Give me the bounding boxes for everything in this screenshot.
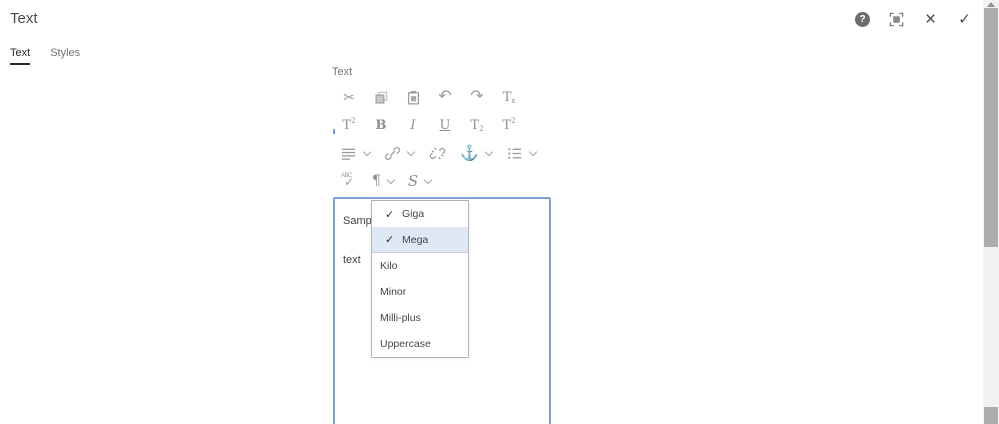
paragraph-format-dropdown: ✓ Giga ✓ Mega Kilo Minor Milli-plus Uppe…	[371, 200, 469, 358]
unlink-icon	[429, 147, 445, 159]
fullscreen-button[interactable]	[888, 11, 905, 28]
tab-text[interactable]: Text	[10, 37, 31, 65]
spellcheck-icon: ABC ✓	[341, 173, 355, 189]
bold-button[interactable]: B	[372, 115, 390, 135]
text-line: text	[343, 254, 361, 266]
toolbar-row-4: ABC ✓ ¶ S	[340, 171, 433, 191]
cut-button[interactable]: ✂	[340, 87, 358, 107]
dropdown-item-minor[interactable]: Minor	[372, 279, 468, 305]
copy-icon	[374, 91, 387, 104]
paste-button[interactable]	[404, 87, 422, 107]
unlink-button[interactable]	[428, 143, 446, 163]
link-button[interactable]	[384, 143, 416, 163]
dropdown-item-label: Minor	[380, 286, 407, 298]
dropdown-item-mega[interactable]: ✓ Mega	[372, 227, 468, 253]
underline-icon: U	[439, 117, 451, 133]
align-button[interactable]	[340, 143, 372, 163]
chevron-down-icon	[484, 147, 493, 156]
copy-button[interactable]	[372, 87, 390, 107]
format-icon: T2	[342, 116, 356, 133]
list-icon	[508, 147, 521, 159]
superscript-button[interactable]: T2	[500, 115, 518, 135]
scroll-up-arrow-icon[interactable]	[987, 2, 995, 7]
header-actions: ? × ✓	[854, 9, 973, 30]
check-icon: ✓	[385, 234, 395, 246]
dropdown-item-giga[interactable]: ✓ Giga	[372, 201, 468, 227]
help-icon: ?	[855, 12, 870, 27]
superscript-icon: T2	[502, 116, 516, 133]
underline-button[interactable]: U	[436, 115, 454, 135]
dropdown-item-label: Kilo	[380, 260, 398, 272]
text-caret	[333, 129, 335, 134]
list-button[interactable]	[506, 143, 537, 163]
paragraph-format-button[interactable]: ¶	[372, 171, 396, 191]
dropdown-item-kilo[interactable]: Kilo	[372, 253, 468, 279]
scrollbar-thumb[interactable]	[984, 8, 998, 247]
tab-bar: Text Styles	[0, 37, 983, 66]
dropdown-item-label: Giga	[402, 208, 425, 220]
chevron-down-icon	[423, 175, 433, 184]
link-icon	[385, 146, 400, 160]
undo-icon: ↶	[438, 88, 452, 105]
scroll-down-button[interactable]	[984, 407, 998, 424]
fullscreen-icon	[889, 12, 904, 27]
dialog-title: Text	[10, 10, 38, 27]
redo-icon: ↷	[470, 88, 484, 105]
dialog-header: Text ? × ✓	[0, 0, 983, 38]
paste-plaintext-button[interactable]: Tx	[500, 87, 518, 107]
align-icon	[341, 148, 356, 160]
toolbar-row-3: ⚓	[340, 143, 537, 163]
tab-styles[interactable]: Styles	[50, 37, 80, 63]
cut-icon: ✂	[343, 89, 355, 105]
dropdown-item-label: Mega	[402, 233, 429, 246]
paragraph-icon: ¶	[372, 173, 381, 189]
confirm-button[interactable]: ✓	[956, 11, 973, 28]
dropdown-item-uppercase[interactable]: Uppercase	[372, 331, 468, 357]
styles-button[interactable]: S	[407, 171, 433, 191]
italic-icon: I	[410, 117, 416, 133]
redo-button[interactable]: ↷	[468, 87, 486, 107]
chevron-down-icon	[362, 147, 372, 156]
close-icon: ×	[924, 9, 937, 30]
close-button[interactable]: ×	[922, 9, 939, 30]
dropdown-item-label: Uppercase	[380, 338, 431, 350]
anchor-button[interactable]: ⚓	[460, 143, 493, 163]
chevron-down-icon	[528, 147, 537, 156]
text-editor-dialog: Text ? × ✓ Text Styles Text ✂ ↶ ↷ Tx T2 …	[0, 0, 999, 424]
vertical-scrollbar[interactable]	[983, 0, 999, 424]
anchor-icon: ⚓	[460, 144, 479, 162]
bold-icon: B	[375, 117, 387, 133]
paste-icon	[407, 90, 419, 105]
help-button[interactable]: ?	[854, 11, 871, 28]
spellcheck-button[interactable]: ABC ✓	[340, 171, 358, 191]
dropdown-item-milli-plus[interactable]: Milli-plus	[372, 305, 468, 331]
chevron-down-icon	[386, 175, 396, 184]
paste-plaintext-icon: Tx	[502, 89, 516, 105]
undo-button[interactable]: ↶	[436, 87, 454, 107]
subscript-button[interactable]: T2	[468, 115, 486, 135]
toolbar-row-1: ✂ ↶ ↷ Tx	[340, 87, 518, 107]
dropdown-item-label: Milli-plus	[380, 312, 421, 324]
check-icon: ✓	[385, 208, 395, 221]
confirm-icon: ✓	[958, 11, 971, 28]
text-field-label: Text	[332, 66, 353, 78]
italic-button[interactable]: I	[404, 115, 422, 135]
subscript-icon: T2	[470, 117, 484, 133]
chevron-down-icon	[406, 147, 416, 156]
toolbar-row-2: T2 B I U T2 T2	[340, 115, 518, 135]
styles-icon: S	[407, 171, 419, 190]
format-button[interactable]: T2	[340, 115, 358, 135]
